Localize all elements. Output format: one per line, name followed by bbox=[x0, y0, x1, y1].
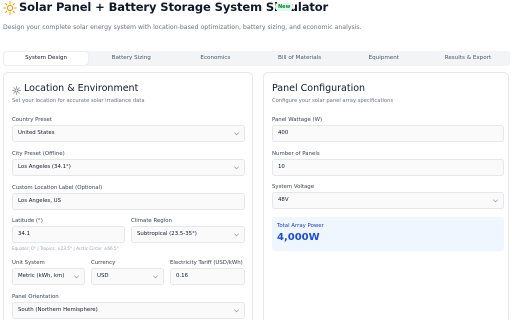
chevron-down-icon bbox=[74, 275, 79, 279]
system-voltage-select[interactable]: 48V bbox=[272, 192, 504, 209]
panel-count-label: Number of Panels bbox=[272, 151, 320, 157]
city-preset-select[interactable]: Los Angeles (34.1°) bbox=[12, 159, 245, 176]
climate-region-select[interactable]: Subtropical (23.5-35°) bbox=[131, 226, 245, 243]
currency-label: Currency bbox=[91, 260, 116, 266]
climate-region-value: Subtropical (23.5-35°) bbox=[137, 231, 197, 237]
tab-economics[interactable]: Economics bbox=[173, 51, 257, 66]
climate-region-label: Climate Region bbox=[131, 218, 172, 224]
chevron-down-icon bbox=[234, 166, 239, 170]
panel-config-description: Configure your solar panel array specifi… bbox=[272, 98, 394, 104]
latitude-hint: Equator: 0° | Tropics: ±23.5° | Arctic C… bbox=[12, 246, 119, 251]
panel-orientation-label: Panel Orientation bbox=[12, 294, 59, 300]
tab-system-design[interactable]: System Design bbox=[4, 52, 89, 65]
tariff-label: Electricity Tariff (USD/kWh) bbox=[170, 260, 243, 266]
new-badge: New bbox=[275, 3, 294, 11]
chevron-down-icon bbox=[493, 199, 498, 203]
chevron-down-icon bbox=[234, 132, 239, 136]
tab-bill-of-materials[interactable]: Bill of Materials bbox=[258, 51, 342, 66]
location-card: Location & Environment Set your location… bbox=[3, 72, 253, 320]
page-subtitle: Design your complete solar energy system… bbox=[3, 24, 362, 31]
panel-wattage-label: Panel Wattage (W) bbox=[272, 117, 323, 123]
city-preset-label: City Preset (Offline) bbox=[12, 151, 65, 157]
country-preset-value: United States bbox=[18, 130, 55, 136]
system-voltage-label: System Voltage bbox=[272, 184, 315, 190]
location-card-description: Set your location for accurate solar irr… bbox=[12, 98, 145, 104]
panel-orientation-select[interactable]: South (Northern Hemisphere) bbox=[12, 302, 245, 319]
tab-battery-sizing[interactable]: Battery Sizing bbox=[89, 51, 173, 66]
chevron-down-icon bbox=[153, 275, 158, 279]
chevron-down-icon bbox=[234, 233, 239, 237]
currency-select[interactable]: USD bbox=[91, 268, 164, 285]
sun-icon bbox=[12, 86, 21, 95]
panel-count-input[interactable]: 10 bbox=[272, 159, 504, 176]
custom-location-label: Custom Location Label (Optional) bbox=[12, 185, 103, 191]
page-header: Solar Panel + Battery Storage System Sim… bbox=[0, 0, 512, 44]
system-voltage-value: 48V bbox=[278, 197, 289, 203]
panel-config-title: Panel Configuration bbox=[272, 83, 366, 94]
tab-results-export[interactable]: Results & Export bbox=[426, 51, 510, 66]
latitude-input[interactable]: 34.1 bbox=[12, 226, 125, 243]
country-preset-label: Country Preset bbox=[12, 117, 52, 123]
total-array-power-value: 4,000W bbox=[277, 232, 320, 243]
chevron-down-icon bbox=[234, 309, 239, 313]
unit-system-select[interactable]: Metric (kWh, km) bbox=[12, 268, 85, 285]
unit-system-label: Unit System bbox=[12, 260, 45, 266]
tab-equipment[interactable]: Equipment bbox=[342, 51, 426, 66]
panel-orientation-value: South (Northern Hemisphere) bbox=[18, 307, 98, 313]
currency-value: USD bbox=[97, 273, 109, 279]
unit-system-value: Metric (kWh, km) bbox=[18, 273, 65, 279]
panel-config-card: Panel Configuration Configure your solar… bbox=[263, 72, 509, 320]
country-preset-select[interactable]: United States bbox=[12, 125, 245, 142]
location-card-title: Location & Environment bbox=[24, 83, 139, 94]
tariff-input[interactable]: 0.16 bbox=[170, 268, 245, 285]
tab-bar: System Design Battery Sizing Economics B… bbox=[3, 51, 510, 66]
sun-icon bbox=[3, 1, 17, 15]
latitude-label: Latitude (°) bbox=[12, 218, 43, 224]
city-preset-value: Los Angeles (34.1°) bbox=[18, 164, 71, 170]
panel-wattage-input[interactable]: 400 bbox=[272, 125, 504, 142]
total-array-power-label: Total Array Power bbox=[277, 223, 324, 229]
custom-location-input[interactable]: Los Angeles, US bbox=[12, 193, 245, 210]
total-array-power-box: Total Array Power 4,000W bbox=[272, 217, 504, 251]
